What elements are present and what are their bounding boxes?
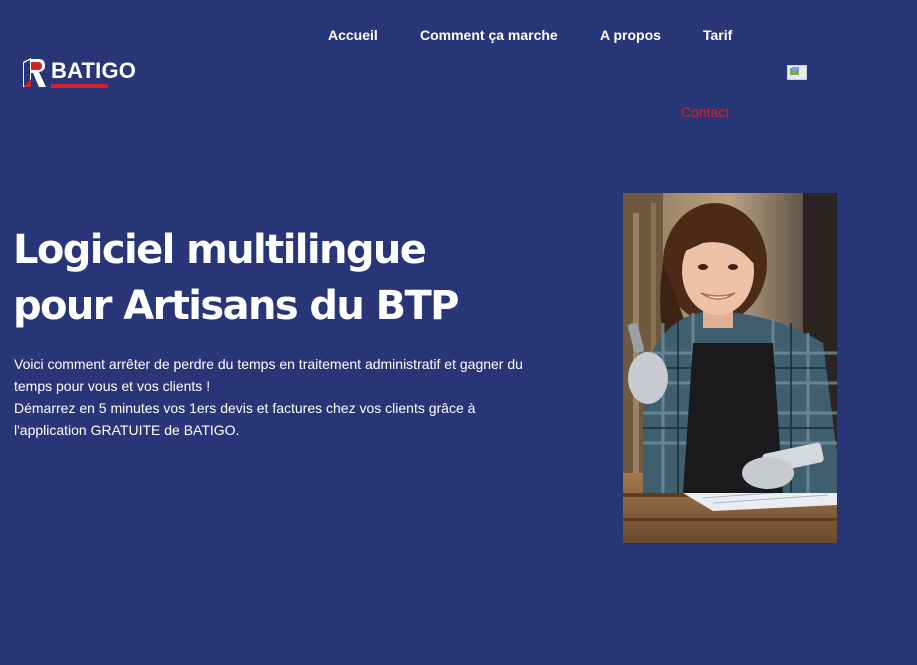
artisan-photo	[623, 193, 837, 543]
nav-link-comment-ca-marche[interactable]: Comment ça marche	[420, 27, 558, 43]
nav-link-accueil[interactable]: Accueil	[328, 27, 378, 43]
hero-paragraph-2: Démarrez en 5 minutes vos 1ers devis et …	[14, 400, 476, 438]
logo-text: BATIGO	[51, 58, 137, 83]
hero-paragraph-1: Voici comment arrêter de perdre du temps…	[14, 356, 523, 394]
batigo-logo[interactable]: BATIGO	[21, 57, 136, 91]
logo-underline	[51, 84, 108, 88]
hero-title-line-2: pour Artisans du BTP	[13, 283, 460, 329]
hero-title: Logiciel multilingue pour Artisans du BT…	[13, 222, 553, 334]
hero-title-line-1: Logiciel multilingue	[13, 227, 427, 273]
top-navigation: Accueil Comment ça marche A propos Tarif…	[0, 0, 917, 130]
flag-icon[interactable]	[787, 65, 807, 80]
nav-link-tarif[interactable]: Tarif	[703, 27, 732, 43]
nav-link-contact[interactable]: Contact	[681, 104, 729, 120]
nav-link-a-propos[interactable]: A propos	[600, 27, 661, 43]
hero-description: Voici comment arrêter de perdre du temps…	[14, 353, 534, 441]
logo-mark-icon	[21, 57, 47, 89]
